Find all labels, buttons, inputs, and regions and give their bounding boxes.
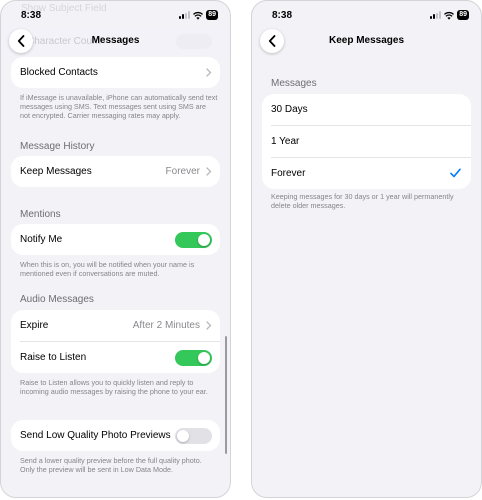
- back-button[interactable]: [260, 29, 284, 53]
- blocked-contacts-group: Blocked Contacts: [11, 57, 220, 88]
- toggle-knob: [198, 234, 210, 246]
- keep-messages-footer: Keeping messages for 30 days or 1 year w…: [271, 192, 454, 210]
- blocked-contacts-row[interactable]: Blocked Contacts: [11, 57, 220, 88]
- option-30-days[interactable]: 30 Days: [262, 94, 471, 125]
- mentions-header: Mentions: [20, 209, 61, 220]
- option-label: Forever: [271, 168, 306, 179]
- mentions-footer: When this is on, you will be notified wh…: [20, 260, 195, 278]
- back-button[interactable]: [9, 29, 33, 53]
- option-1-year[interactable]: 1 Year: [262, 126, 471, 157]
- blocked-contacts-label: Blocked Contacts: [20, 67, 98, 78]
- expire-row[interactable]: Expire After 2 Minutes: [11, 310, 220, 341]
- low-quality-group: Send Low Quality Photo Previews: [11, 420, 220, 451]
- battery-icon: 89: [206, 10, 218, 20]
- message-history-group: Keep Messages Forever: [11, 156, 220, 187]
- chevron-right-icon: [206, 167, 212, 176]
- expire-label: Expire: [20, 320, 49, 331]
- nav-bar: Keep Messages: [252, 29, 481, 55]
- keep-messages-row[interactable]: Keep Messages Forever: [11, 156, 220, 187]
- raise-to-listen-row: Raise to Listen: [11, 342, 220, 373]
- status-icons: 89: [430, 10, 469, 20]
- audio-messages-header: Audio Messages: [20, 294, 94, 305]
- nav-bar: Character Count Messages: [1, 29, 230, 55]
- low-quality-toggle[interactable]: [175, 428, 212, 444]
- audio-messages-footer: Raise to Listen allows you to quickly li…: [20, 378, 208, 396]
- toggle-knob: [198, 352, 210, 364]
- expire-value: After 2 Minutes: [132, 320, 200, 331]
- low-quality-row: Send Low Quality Photo Previews: [11, 420, 220, 451]
- cellular-signal-icon: [179, 11, 191, 19]
- page-title: Keep Messages: [328, 35, 405, 46]
- battery-icon: 89: [457, 10, 469, 20]
- low-quality-footer: Send a lower quality preview before the …: [20, 456, 202, 474]
- message-history-header: Message History: [20, 141, 95, 152]
- scrolled-toggle-behind: [176, 34, 212, 49]
- chevron-left-icon: [17, 35, 25, 47]
- status-bar: 8:38 89: [1, 1, 230, 29]
- messages-section-header: Messages: [271, 78, 317, 89]
- raise-to-listen-label: Raise to Listen: [20, 352, 87, 363]
- keep-messages-value: Forever: [165, 166, 200, 177]
- scrolled-row-label-behind: Character Count: [27, 36, 101, 47]
- keep-messages-label: Keep Messages: [20, 166, 92, 177]
- status-time: 8:38: [21, 10, 42, 21]
- raise-to-listen-toggle[interactable]: [175, 350, 212, 366]
- low-quality-label: Send Low Quality Photo Previews: [20, 430, 171, 441]
- toggle-knob: [177, 430, 189, 442]
- status-bar: 8:38 89: [252, 1, 481, 29]
- checkmark-icon: [450, 168, 461, 178]
- option-forever[interactable]: Forever: [262, 158, 471, 189]
- keep-options-group: 30 Days 1 Year Forever: [262, 94, 471, 189]
- status-icons: 89: [179, 10, 218, 20]
- keep-messages-screen: 8:38 89 Keep Messages Messages 30 Days 1…: [251, 0, 482, 498]
- chevron-right-icon: [206, 68, 212, 77]
- notify-me-row: Notify Me: [11, 224, 220, 255]
- wifi-icon: [444, 11, 455, 20]
- wifi-icon: [193, 11, 204, 20]
- mentions-group: Notify Me: [11, 224, 220, 255]
- messages-settings-screen: 8:38 89 Show Subject Field Character Cou…: [0, 0, 231, 498]
- audio-messages-group: Expire After 2 Minutes Raise to Listen: [11, 310, 220, 373]
- option-label: 30 Days: [271, 104, 308, 115]
- notify-me-toggle[interactable]: [175, 232, 212, 248]
- imessage-footer: If iMessage is unavailable, iPhone can a…: [20, 93, 218, 120]
- chevron-right-icon: [206, 321, 212, 330]
- chevron-left-icon: [268, 35, 276, 47]
- cellular-signal-icon: [430, 11, 442, 19]
- scrollbar[interactable]: [225, 336, 227, 454]
- option-label: 1 Year: [271, 136, 300, 147]
- notify-me-label: Notify Me: [20, 234, 63, 245]
- status-time: 8:38: [272, 10, 293, 21]
